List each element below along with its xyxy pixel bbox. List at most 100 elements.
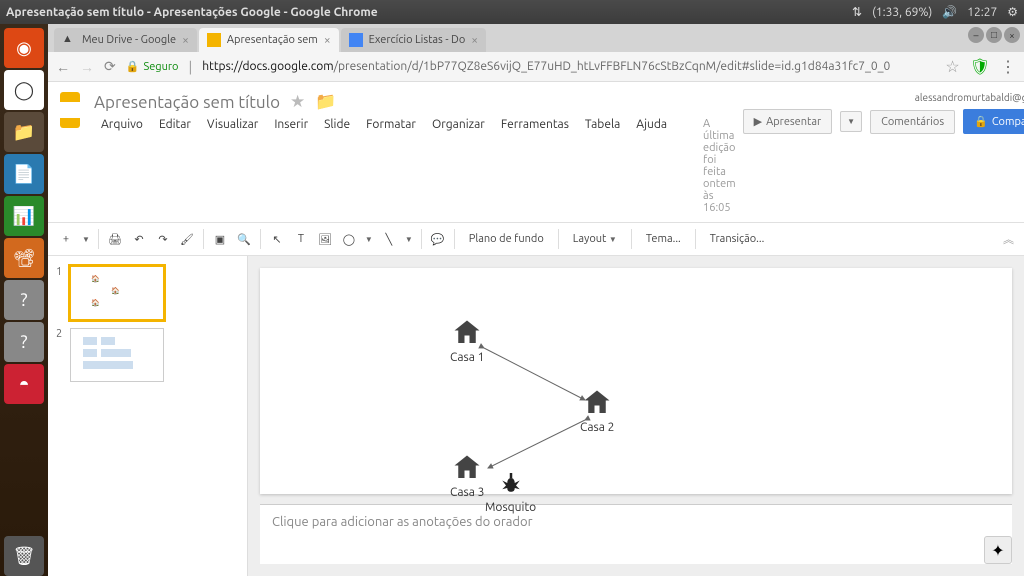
house-icon [580,388,614,418]
volume-icon[interactable]: 🔊 [942,5,957,19]
extension-icon[interactable]: 🛡 [970,57,990,76]
background-button[interactable]: Plano de fundo [463,229,550,249]
menu-editar[interactable]: Editar [152,116,198,216]
minimize-button[interactable]: – [968,27,984,43]
transition-button[interactable]: Transição... [704,229,771,249]
menu-tabela[interactable]: Tabela [578,116,627,216]
network-icon[interactable]: ⇅ [852,5,862,19]
maximize-button[interactable]: □ [986,27,1002,43]
menu-arquivo[interactable]: Arquivo [94,116,150,216]
star-doc-icon[interactable]: ★ [290,92,305,112]
slide-canvas[interactable]: Casa 1 Casa 2 Casa 3 Mosquito [260,268,1012,494]
zoom-fit-icon[interactable]: ▣ [212,231,228,247]
slide-thumb-1[interactable]: 🏠 🏠 🏠 [70,266,164,320]
calc-icon[interactable]: 📊 [4,196,44,236]
browser-tabstrip: ▲ Meu Drive - Google × Apresentação sem … [48,24,1024,52]
explore-icon: ✦ [991,541,1004,560]
lock-icon: 🔒 [126,60,140,73]
chrome-icon[interactable]: ◯ [4,70,44,110]
image-icon[interactable]: 🖼 [317,231,333,247]
comment-icon[interactable]: 💬 [430,231,446,247]
slide-number: 2 [56,328,70,382]
help-icon-2[interactable]: ? [4,322,44,362]
close-tab-icon[interactable]: × [471,34,478,47]
window-controls: – □ × [968,27,1020,43]
tab-drive[interactable]: ▲ Meu Drive - Google × [54,28,197,52]
tab-docs[interactable]: Exercício Listas - Do × [341,28,486,52]
lock-icon: 🔒 [974,115,988,128]
reload-button[interactable]: ⟳ [104,58,116,75]
slides-app: Apresentação sem título ★ 📁 Arquivo Edit… [48,82,1024,576]
layout-button[interactable]: Layout ▼ [567,229,623,249]
close-button[interactable]: × [1004,27,1020,43]
toolbar: +▼ 🖨 ↶ ↷ 🖌 ▣ 🔍 ↖ T 🖼 ◯▼ ╲▼ 💬 Plano de fu… [48,222,1024,256]
slide-filmstrip: 1 🏠 🏠 🏠 2 [48,256,248,576]
files-icon[interactable]: 📁 [4,112,44,152]
clock[interactable]: 12:27 [967,6,997,19]
present-button[interactable]: ▶ Apresentar [743,109,833,134]
paint-format-icon[interactable]: 🖌 [179,231,195,247]
menu-ferramentas[interactable]: Ferramentas [494,116,576,216]
forward-button: → [80,59,94,75]
docs-favicon-icon [349,33,363,47]
undo-icon[interactable]: ↶ [131,231,147,247]
trash-icon[interactable]: 🗑 [4,536,44,576]
slides-logo-icon[interactable] [60,92,80,128]
move-folder-icon[interactable]: 📁 [315,92,336,112]
os-top-bar: Apresentação sem título - Apresentações … [0,0,1024,24]
slide-number: 1 [56,266,70,320]
back-button[interactable]: ← [56,59,70,75]
explore-button[interactable]: ✦ [984,536,1012,564]
slides-favicon-icon [207,33,221,47]
collapse-icon[interactable]: ︽ [1003,231,1014,247]
menu-inserir[interactable]: Inserir [267,116,315,216]
textbox-icon[interactable]: T [293,231,309,247]
impress-icon[interactable]: 📽 [4,238,44,278]
secure-indicator[interactable]: 🔒 Seguro [126,60,179,73]
menu-ajuda[interactable]: Ajuda [629,116,674,216]
tab-slides[interactable]: Apresentação sem × [199,28,339,52]
menu-icon[interactable]: ⋮ [1000,57,1016,76]
redo-icon[interactable]: ↷ [155,231,171,247]
new-slide-button[interactable]: + [58,231,74,247]
last-edit-text: A última edição foi feita ontem às 16:05 [696,116,743,216]
mosquito-icon [494,468,528,498]
close-tab-icon[interactable]: × [324,34,331,47]
menu-organizar[interactable]: Organizar [425,116,492,216]
casa-2[interactable]: Casa 2 [580,388,614,434]
casa-1[interactable]: Casa 1 [450,318,484,364]
menu-slide[interactable]: Slide [317,116,357,216]
close-tab-icon[interactable]: × [182,34,189,47]
help-icon-1[interactable]: ? [4,280,44,320]
house-icon [450,318,484,348]
menu-visualizar[interactable]: Visualizar [200,116,265,216]
comments-button[interactable]: Comentários [870,110,955,134]
casa-3[interactable]: Casa 3 [450,453,484,499]
zoom-icon[interactable]: 🔍 [236,231,252,247]
shape-icon[interactable]: ◯ [341,231,357,247]
speaker-notes[interactable]: Clique para adicionar as anotações do or… [260,504,1012,564]
slide-thumb-2[interactable] [70,328,164,382]
mosquito[interactable]: Mosquito [485,468,536,514]
user-email[interactable]: alessandromurtabaldi@gmail.com [743,92,1024,103]
theme-button[interactable]: Tema... [640,229,687,249]
menu-formatar[interactable]: Formatar [359,116,423,216]
select-icon[interactable]: ↖ [269,231,285,247]
battery-status[interactable]: (1:33, 69%) [872,6,932,19]
menubar: Arquivo Editar Visualizar Inserir Slide … [94,116,743,216]
document-title[interactable]: Apresentação sem título [94,93,280,112]
system-tray: ⇅ (1:33, 69%) 🔊 12:27 ⚙ [852,5,1018,19]
print-icon[interactable]: 🖨 [107,231,123,247]
line-icon[interactable]: ╲ [381,231,397,247]
unity-launcher: ◉ ◯ 📁 📄 📊 📽 ? ? ◓ 🗑 [0,24,48,576]
share-button[interactable]: 🔒 Compartilhar [963,109,1024,134]
app-icon[interactable]: ◓ [4,364,44,404]
dash-icon[interactable]: ◉ [4,28,44,68]
star-icon[interactable]: ☆ [945,57,959,76]
present-dropdown[interactable]: ▼ [840,111,862,132]
settings-icon[interactable]: ⚙ [1007,5,1018,19]
writer-icon[interactable]: 📄 [4,154,44,194]
url-field[interactable]: https://docs.google.com/presentation/d/1… [202,60,935,73]
drive-favicon-icon: ▲ [62,33,76,47]
play-icon: ▶ [754,115,762,128]
